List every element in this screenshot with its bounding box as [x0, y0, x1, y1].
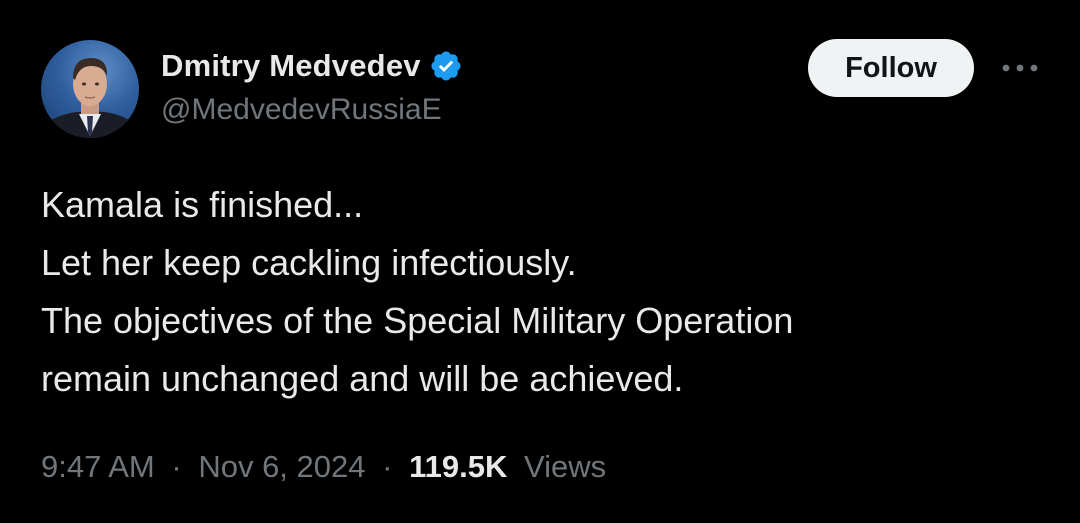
follow-button[interactable]: Follow — [808, 39, 974, 97]
tweet-text-line: remain unchanged and will be achieved. — [41, 358, 684, 399]
tweet-text-line: Let her keep cackling infectiously. — [41, 242, 577, 283]
avatar[interactable] — [41, 40, 139, 138]
more-horizontal-icon — [1002, 64, 1038, 72]
more-options-button[interactable] — [996, 52, 1044, 84]
tweet-time[interactable]: 9:47 AM — [41, 449, 155, 484]
tweet-text-line: The objectives of the Special Military O… — [41, 300, 794, 341]
views-label: Views — [523, 449, 607, 484]
views-count[interactable]: 119.5K — [409, 449, 507, 484]
meta-separator: · — [171, 449, 182, 484]
tweet-card: Dmitry Medvedev @MedvedevRussiaE Follow … — [0, 0, 1080, 523]
tweet-meta: 9:47 AM · Nov 6, 2024 · 119.5K Views — [41, 449, 606, 485]
verified-badge-icon — [429, 49, 463, 83]
tweet-text: Kamala is finished... Let her keep cackl… — [41, 176, 1051, 408]
author-name-row: Dmitry Medvedev — [161, 44, 463, 88]
avatar-portrait-icon — [43, 58, 137, 138]
tweet-text-line: Kamala is finished... — [41, 184, 364, 225]
author-display-name[interactable]: Dmitry Medvedev — [161, 48, 421, 84]
author-handle[interactable]: @MedvedevRussiaE — [161, 93, 442, 127]
meta-separator: · — [382, 449, 393, 484]
tweet-date[interactable]: Nov 6, 2024 — [198, 449, 365, 484]
